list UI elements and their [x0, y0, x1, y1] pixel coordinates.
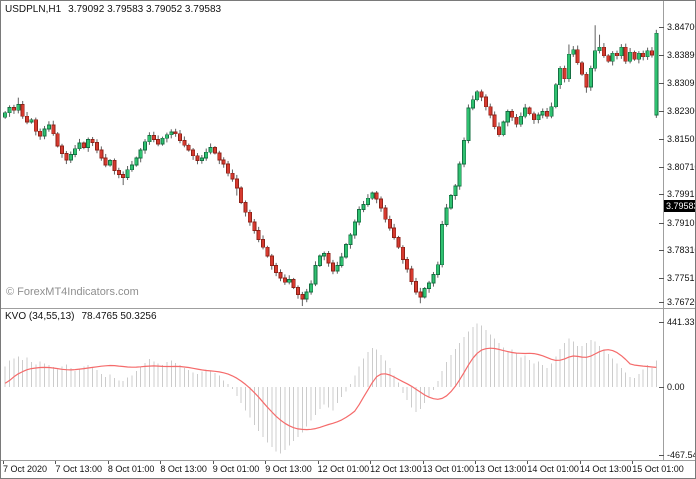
kvo-axis-label: 0.00	[667, 382, 685, 392]
time-axis-label: 7 Oct 2020	[3, 464, 47, 474]
price-axis-tick	[659, 111, 664, 112]
time-axis-label: 12 Oct 13:00	[370, 464, 422, 474]
price-axis-tick	[659, 194, 664, 195]
price-axis-label: 3.80710	[667, 162, 696, 172]
time-axis-label: 9 Oct 13:00	[265, 464, 312, 474]
price-axis-label: 3.78310	[667, 245, 696, 255]
quote-ohlc-values: 3.79092 3.79583 3.79052 3.79583	[68, 4, 221, 15]
price-axis-label: 3.82300	[667, 106, 696, 116]
kvo-indicator-header: KVO (34,55,13) 78.4765 50.3256	[5, 311, 157, 322]
kvo-axis-tick	[659, 387, 664, 388]
watermark-text: © ForexMT4Indicators.com	[6, 286, 139, 298]
time-axis-label: 14 Oct 13:00	[580, 464, 632, 474]
kvo-axis-tick	[659, 455, 664, 456]
time-axis-label: 13 Oct 13:00	[475, 464, 527, 474]
current-price-tag: 3.79583	[664, 200, 696, 212]
candlestick-chart[interactable]	[2, 1, 662, 308]
price-axis-tick	[659, 27, 664, 28]
time-axis-label: 8 Oct 01:00	[108, 464, 155, 474]
time-axis-label: 9 Oct 01:00	[213, 464, 260, 474]
price-axis-label: 3.79105	[667, 218, 696, 228]
price-axis-tick	[659, 55, 664, 56]
price-axis-label: 3.83890	[667, 50, 696, 60]
price-axis-label: 3.83095	[667, 78, 696, 88]
time-axis-label: 7 Oct 13:00	[55, 464, 102, 474]
price-axis-tick	[659, 223, 664, 224]
kvo-oscillator-chart[interactable]	[2, 309, 662, 460]
kvo-values: 78.4765 50.3256	[81, 311, 156, 322]
price-axis-label: 3.76720	[667, 297, 696, 307]
kvo-axis-label: 441.3394	[667, 317, 696, 327]
kvo-axis-label: -467.5434	[667, 450, 696, 460]
price-axis-label: 3.77515	[667, 273, 696, 283]
price-axis-label: 3.79915	[667, 189, 696, 199]
quote-header: USDPLN,H1 3.79092 3.79583 3.79052 3.79583	[5, 4, 221, 15]
price-axis-label: 3.84700	[667, 22, 696, 32]
time-axis-label: 13 Oct 01:00	[423, 464, 475, 474]
time-axis-separator	[1, 460, 696, 461]
symbol-timeframe-label: USDPLN,H1	[5, 4, 61, 15]
mt4-chart-window: USDPLN,H1 3.79092 3.79583 3.79052 3.79583…	[0, 0, 696, 479]
price-axis-tick	[659, 302, 664, 303]
time-axis-label: 14 Oct 01:00	[527, 464, 579, 474]
price-axis-tick	[659, 167, 664, 168]
price-axis-tick	[659, 83, 664, 84]
price-axis-label: 3.81505	[667, 134, 696, 144]
price-axis-tick	[659, 139, 664, 140]
price-axis-tick	[659, 278, 664, 279]
time-axis-label: 8 Oct 13:00	[160, 464, 207, 474]
time-axis-label: 12 Oct 01:00	[318, 464, 370, 474]
time-axis-label: 15 Oct 01:00	[632, 464, 684, 474]
price-axis-tick	[659, 250, 664, 251]
kvo-title: KVO (34,55,13)	[5, 311, 74, 322]
price-axis-separator	[663, 1, 664, 461]
kvo-axis-tick	[659, 322, 664, 323]
